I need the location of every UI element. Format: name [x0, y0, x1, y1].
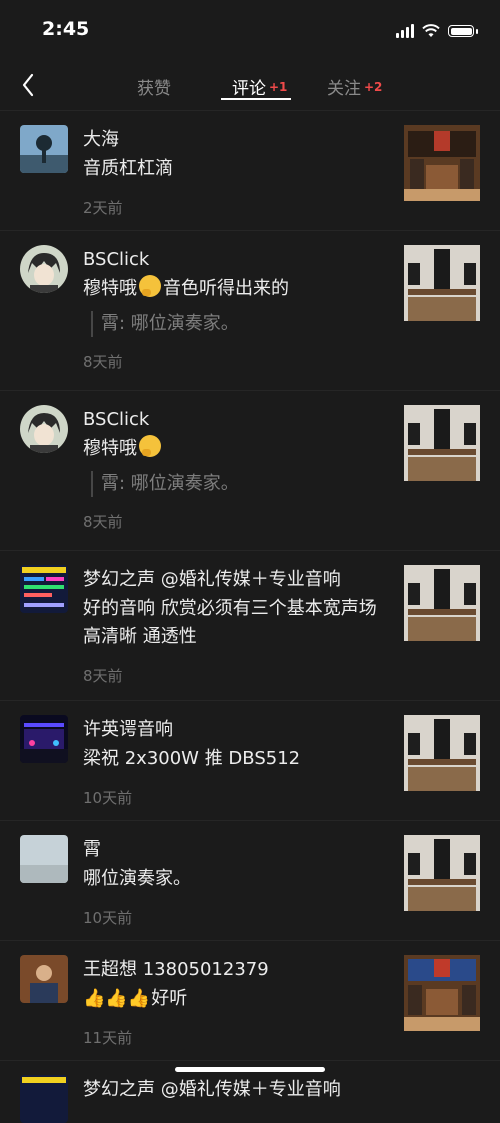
- comment-time: 8天前: [83, 353, 123, 371]
- tab-follows-label: 关注: [327, 79, 361, 99]
- thumbs-up-emoji-icon: 👍👍👍: [83, 988, 151, 1009]
- tab-comments-badge: +1: [269, 80, 288, 94]
- battery-icon: [448, 25, 474, 37]
- comment-author[interactable]: BSClick: [83, 247, 388, 273]
- video-thumbnail[interactable]: [404, 835, 480, 911]
- status-time: 2:45: [42, 18, 90, 40]
- tab-likes[interactable]: 获赞: [137, 74, 171, 99]
- avatar[interactable]: [20, 565, 68, 613]
- comment-time: 2天前: [83, 199, 123, 217]
- comment-text-part: 穆特哦: [83, 438, 137, 459]
- list-item[interactable]: BSClick 穆特哦 霄: 哪位演奏家。 8天前: [0, 391, 500, 551]
- tab-follows-badge: +2: [364, 80, 383, 94]
- tab-comments-label: 评论: [232, 79, 266, 99]
- list-item[interactable]: 梦幻之声 @婚礼传媒＋专业音响 好的音响 欣赏必须有三个基本宽声场 高清晰 通透…: [0, 551, 500, 701]
- comment-time: 10天前: [83, 789, 133, 807]
- avatar[interactable]: [20, 715, 68, 763]
- comment-author[interactable]: 霄: [83, 837, 388, 863]
- comment-text: 好的音响 欣赏必须有三个基本宽声场 高清晰 通透性: [83, 598, 377, 647]
- comment-time: 8天前: [83, 513, 123, 531]
- avatar[interactable]: [20, 125, 68, 173]
- comment-text-part: 穆特哦: [83, 278, 137, 299]
- comment-text: 音质杠杠滴: [83, 158, 173, 179]
- avatar[interactable]: [20, 835, 68, 883]
- avatar[interactable]: [20, 955, 68, 1003]
- battery-cap: [476, 28, 478, 34]
- comment-author[interactable]: 王超想 13805012379: [83, 957, 388, 983]
- active-tab-indicator: [221, 98, 291, 100]
- comment-text-part: 音色听得出来的: [163, 278, 289, 299]
- video-thumbnail[interactable]: [404, 125, 480, 201]
- video-thumbnail[interactable]: [404, 565, 480, 641]
- avatar[interactable]: [20, 1075, 68, 1123]
- list-item[interactable]: 许英谔音响 梁祝 2x300W 推 DBS512 10天前: [0, 701, 500, 821]
- quoted-comment: 霄: 哪位演奏家。: [91, 311, 388, 337]
- comment-author[interactable]: 梦幻之声 @婚礼传媒＋专业音响: [83, 567, 388, 593]
- comment-text: 穆特哦: [83, 435, 388, 463]
- comment-time: 11天前: [83, 1029, 133, 1047]
- wifi-icon: [422, 24, 440, 37]
- comment-text: 哪位演奏家。: [83, 868, 191, 889]
- quoted-comment: 霄: 哪位演奏家。: [91, 471, 388, 497]
- tab-follows[interactable]: 关注 +2: [327, 74, 382, 99]
- list-item[interactable]: 霄 哪位演奏家。 10天前: [0, 821, 500, 941]
- comment-author[interactable]: 大海: [83, 127, 388, 153]
- nav-bar: 获赞 评论 +1 关注 +2: [0, 60, 500, 111]
- list-item[interactable]: 大海 音质杠杠滴 2天前: [0, 111, 500, 231]
- status-bar: 2:45: [0, 0, 500, 60]
- comment-author[interactable]: BSClick: [83, 407, 388, 433]
- comment-text: 穆特哦 音色听得出来的: [83, 275, 388, 303]
- cellular-signal-icon: [396, 24, 414, 38]
- video-thumbnail[interactable]: [404, 245, 480, 321]
- comment-text: 👍👍👍好听: [83, 985, 388, 1013]
- comment-time: 10天前: [83, 909, 133, 927]
- list-item[interactable]: 王超想 13805012379 👍👍👍好听 11天前: [0, 941, 500, 1061]
- comment-time: 8天前: [83, 667, 123, 685]
- status-icons: [396, 22, 478, 40]
- back-arrow-icon[interactable]: [14, 68, 46, 102]
- video-thumbnail[interactable]: [404, 715, 480, 791]
- home-indicator[interactable]: [175, 1067, 325, 1072]
- comment-text: 梁祝 2x300W 推 DBS512: [83, 748, 301, 769]
- avatar[interactable]: [20, 245, 68, 293]
- tab-likes-label: 获赞: [137, 79, 171, 99]
- thinking-emoji-icon: [139, 435, 161, 457]
- video-thumbnail[interactable]: [404, 955, 480, 1031]
- avatar[interactable]: [20, 405, 68, 453]
- comment-author[interactable]: 梦幻之声 @婚礼传媒＋专业音响: [83, 1077, 388, 1103]
- thinking-emoji-icon: [139, 275, 161, 297]
- video-thumbnail[interactable]: [404, 405, 480, 481]
- comment-text-part: 好听: [151, 988, 188, 1009]
- list-item[interactable]: BSClick 穆特哦 音色听得出来的 霄: 哪位演奏家。 8天前: [0, 231, 500, 391]
- comment-list: 大海 音质杠杠滴 2天前 BSClick 穆特哦 音色听得出来的 霄: 哪位演奏…: [0, 111, 500, 1123]
- comment-author[interactable]: 许英谔音响: [83, 717, 388, 743]
- tab-comments[interactable]: 评论 +1: [232, 74, 287, 99]
